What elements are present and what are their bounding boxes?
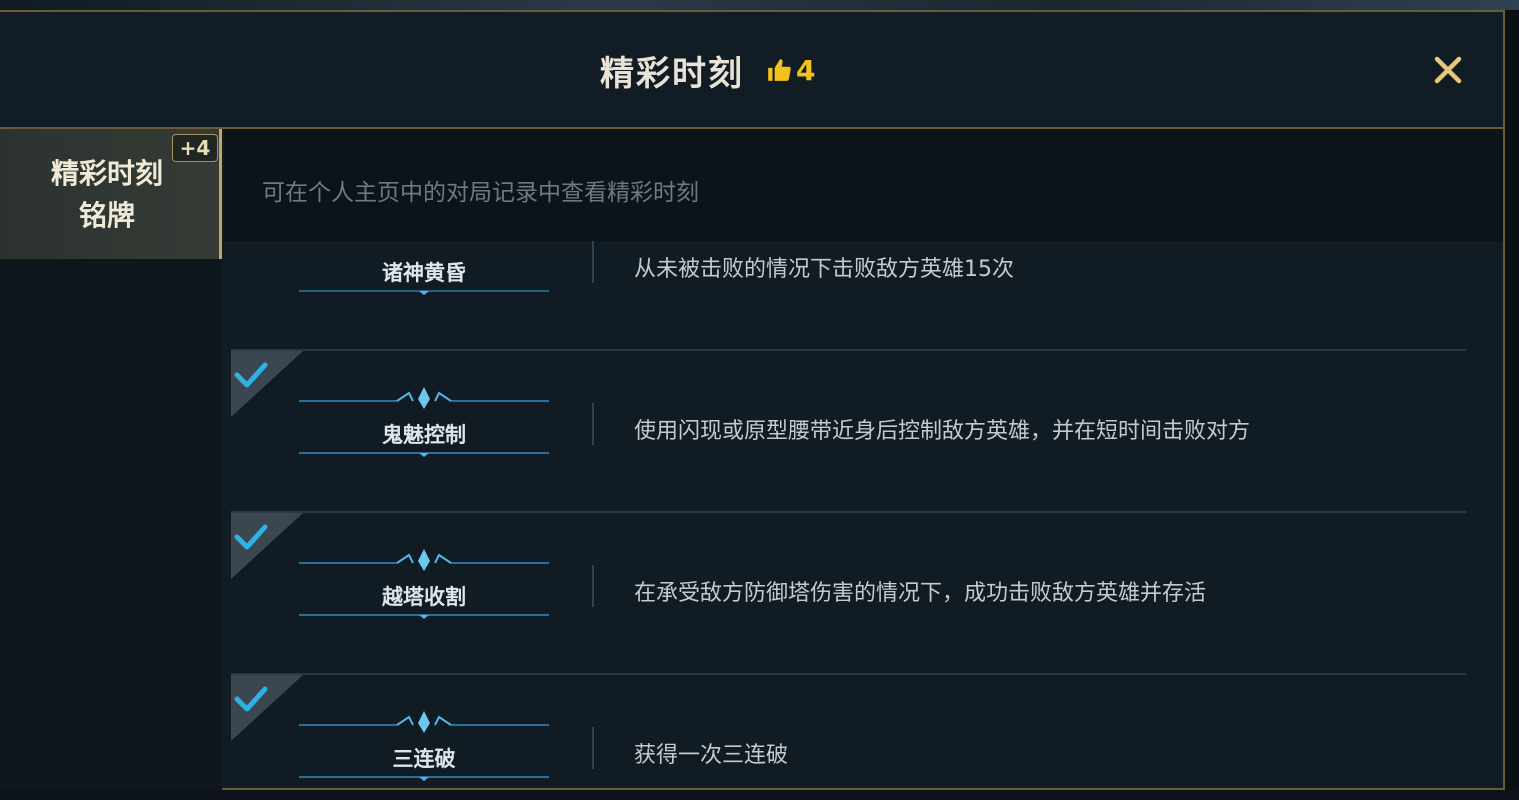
moment-emblem: 鬼魅控制 (293, 387, 555, 459)
close-icon[interactable] (1432, 54, 1464, 86)
window-bottom-strip (0, 790, 1519, 800)
dialog-title: 精彩时刻 (600, 53, 744, 94)
row-divider (231, 673, 1466, 675)
like-count: 4 (796, 53, 816, 87)
list-item: 诸神黄昏 从未被击败的情况下击败敌方英雄15次 (231, 241, 1466, 349)
moment-description: 在承受敌方防御塔伤害的情况下，成功击败敌方英雄并存活 (634, 581, 1207, 606)
row-divider (231, 511, 1466, 513)
moment-emblem: 诸神黄昏 (293, 241, 555, 297)
moment-description: 使用闪现或原型腰带近身后控制敌方英雄，并在短时间击败对方 (634, 419, 1251, 444)
moment-description: 从未被击败的情况下击败敌方英雄15次 (634, 257, 1014, 282)
row-separator (592, 403, 594, 445)
sidebar: 精彩时刻 铭牌 +4 (0, 129, 222, 790)
info-text: 可在个人主页中的对局记录中查看精彩时刻 (262, 180, 699, 206)
sidebar-tab-badge: +4 (172, 134, 218, 162)
sidebar-tab-highlight-plates[interactable]: 精彩时刻 铭牌 +4 (0, 129, 222, 259)
moment-emblem: 三连破 (293, 711, 555, 783)
moment-emblem: 越塔收割 (293, 549, 555, 621)
row-separator (592, 241, 594, 283)
window-top-strip (0, 0, 1519, 10)
moment-name: 鬼魅控制 (382, 423, 466, 447)
sidebar-tab-label: 精彩时刻 铭牌 (50, 157, 163, 232)
thumbs-up-icon (768, 59, 791, 81)
info-bar: 可在个人主页中的对局记录中查看精彩时刻 (224, 129, 1503, 241)
moment-name: 三连破 (392, 747, 456, 771)
row-divider (231, 349, 1466, 351)
highlight-moments-dialog: 精彩时刻 4 精彩时刻 铭牌 +4 可在个人主页中的对局记录中查看精彩时刻 诸神… (0, 10, 1505, 790)
list-item: 三连破 获得一次三连破 (231, 673, 1466, 790)
moments-list[interactable]: 诸神黄昏 从未被击败的情况下击败敌方英雄15次 鬼魅控制 使用闪现或原型腰带近身… (224, 241, 1503, 790)
list-item: 越塔收割 在承受敌方防御塔伤害的情况下，成功击败敌方英雄并存活 (231, 511, 1466, 673)
row-separator (592, 565, 594, 607)
list-item: 鬼魅控制 使用闪现或原型腰带近身后控制敌方英雄，并在短时间击败对方 (231, 349, 1466, 511)
title-group: 精彩时刻 4 (600, 48, 816, 94)
moment-description: 获得一次三连破 (634, 743, 789, 768)
dialog-header: 精彩时刻 4 (0, 12, 1503, 129)
row-separator (592, 727, 594, 769)
moment-name: 越塔收割 (382, 585, 466, 609)
moment-name: 诸神黄昏 (382, 261, 466, 285)
